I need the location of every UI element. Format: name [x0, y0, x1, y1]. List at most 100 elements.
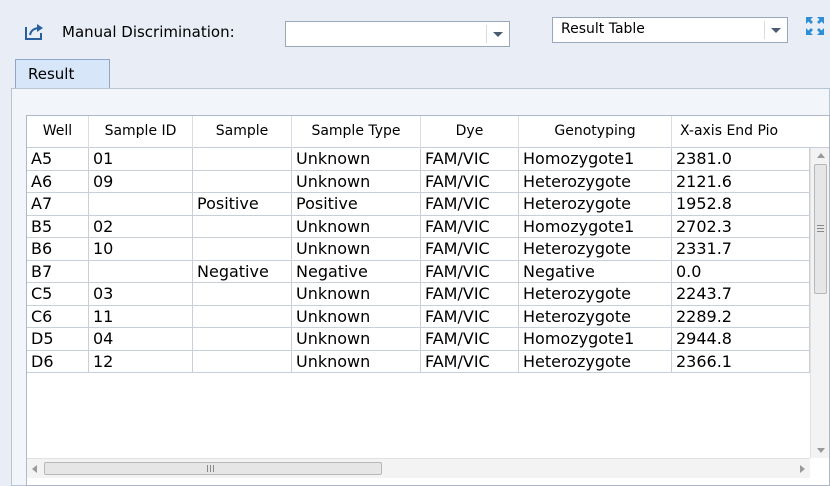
cell-dye: FAM/VIC — [421, 305, 519, 328]
cell-dye: FAM/VIC — [421, 215, 519, 238]
view-select[interactable]: Result Table — [552, 17, 788, 43]
cell-genotyping: Homozygote1 — [519, 215, 672, 238]
cell-well: A6 — [27, 170, 89, 193]
cell-genotyping: Homozygote1 — [519, 148, 672, 171]
cell-sample-type: Unknown — [292, 215, 421, 238]
cell-dye: FAM/VIC — [421, 170, 519, 193]
cell-sample-id: 11 — [89, 305, 193, 328]
cell-well: C5 — [27, 283, 89, 306]
cell-sample-id: 12 — [89, 350, 193, 373]
cell-sample-id — [89, 193, 193, 216]
cell-sample-id: 02 — [89, 215, 193, 238]
expand-icon[interactable] — [805, 16, 825, 36]
cell-genotyping: Heterozygote — [519, 238, 672, 261]
cell-well: B6 — [27, 238, 89, 261]
cell-x-axis-end-point: 2381.0 — [672, 148, 810, 171]
cell-x-axis-end-point: 1952.8 — [672, 193, 810, 216]
cell-dye: FAM/VIC — [421, 283, 519, 306]
cell-genotyping: Heterozygote — [519, 305, 672, 328]
column-header-dye[interactable]: Dye — [421, 116, 519, 148]
cell-dye: FAM/VIC — [421, 350, 519, 373]
cell-well: B5 — [27, 215, 89, 238]
column-header-genotyping[interactable]: Genotyping — [519, 116, 672, 148]
table-header: Well Sample ID Sample Sample Type Dye Genotyp… — [27, 116, 829, 148]
column-header-well[interactable]: Well — [27, 116, 89, 148]
cell-well: D6 — [27, 350, 89, 373]
cell-sample-id — [89, 260, 193, 283]
scroll-up-icon[interactable] — [817, 153, 825, 158]
cell-sample — [193, 215, 292, 238]
cell-dye: FAM/VIC — [421, 148, 519, 171]
cell-genotyping: Heterozygote — [519, 193, 672, 216]
chevron-down-icon — [493, 32, 503, 37]
cell-sample: Negative — [193, 260, 292, 283]
cell-genotyping: Heterozygote — [519, 283, 672, 306]
cell-genotyping: Homozygote1 — [519, 328, 672, 351]
cell-sample-type: Unknown — [292, 238, 421, 261]
cell-x-axis-end-point: 2243.7 — [672, 283, 810, 306]
table-row[interactable]: C6 11 Unknown FAM/VIC Heterozygote 2289.2 — [27, 305, 810, 328]
table-row[interactable]: B5 02 Unknown FAM/VIC Homozygote1 2702.3 — [27, 215, 810, 238]
table-row[interactable]: D6 12 Unknown FAM/VIC Heterozygote 2366.1 — [27, 350, 810, 373]
horizontal-scrollbar[interactable] — [27, 458, 810, 478]
cell-x-axis-end-point: 2366.1 — [672, 350, 810, 373]
column-header-sample-type[interactable]: Sample Type — [292, 116, 421, 148]
cell-sample-type: Unknown — [292, 328, 421, 351]
cell-genotyping: Heterozygote — [519, 170, 672, 193]
cell-dye: FAM/VIC — [421, 193, 519, 216]
dropdown-button[interactable] — [486, 25, 506, 43]
table-row[interactable]: B7 Negative Negative FAM/VIC Negative 0.0 — [27, 260, 810, 283]
cell-sample-type: Negative — [292, 260, 421, 283]
cell-x-axis-end-point: 0.0 — [672, 260, 810, 283]
cell-well: D5 — [27, 328, 89, 351]
cell-x-axis-end-point: 2702.3 — [672, 215, 810, 238]
cell-sample — [193, 283, 292, 306]
manual-discrimination-select[interactable] — [285, 21, 510, 47]
vertical-scrollbar[interactable] — [810, 148, 829, 458]
result-table: Well Sample ID Sample Sample Type Dye Genotyp… — [26, 115, 830, 486]
table-row[interactable]: C5 03 Unknown FAM/VIC Heterozygote 2243.7 — [27, 283, 810, 306]
table-row[interactable]: D5 04 Unknown FAM/VIC Homozygote1 2944.8 — [27, 328, 810, 351]
scroll-right-icon[interactable] — [800, 465, 805, 473]
cell-well: A7 — [27, 193, 89, 216]
cell-x-axis-end-point: 2121.6 — [672, 170, 810, 193]
cell-sample — [193, 305, 292, 328]
cell-sample-type: Unknown — [292, 305, 421, 328]
table-row[interactable]: A7 Positive Positive FAM/VIC Heterozygote 195… — [27, 193, 810, 216]
table-row[interactable]: B6 10 Unknown FAM/VIC Heterozygote 2331.7 — [27, 238, 810, 261]
cell-sample — [193, 328, 292, 351]
scroll-down-icon[interactable] — [817, 448, 825, 453]
table-row[interactable]: A6 09 Unknown FAM/VIC Heterozygote 2121.6 — [27, 170, 810, 193]
cell-sample-type: Unknown — [292, 283, 421, 306]
tab-result[interactable]: Result — [15, 59, 110, 89]
cell-sample-type: Positive — [292, 193, 421, 216]
cell-well: B7 — [27, 260, 89, 283]
cell-sample-id: 04 — [89, 328, 193, 351]
dropdown-button[interactable] — [764, 21, 784, 39]
cell-sample — [193, 148, 292, 171]
chevron-down-icon — [771, 28, 781, 33]
table-row[interactable]: A5 01 Unknown FAM/VIC Homozygote1 2381.0 — [27, 148, 810, 171]
cell-dye: FAM/VIC — [421, 328, 519, 351]
column-header-sample-id[interactable]: Sample ID — [89, 116, 193, 148]
cell-sample-type: Unknown — [292, 350, 421, 373]
cell-sample-id: 01 — [89, 148, 193, 171]
cell-x-axis-end-point: 2331.7 — [672, 238, 810, 261]
cell-well: A5 — [27, 148, 89, 171]
manual-discrimination-label: Manual Discrimination: — [62, 23, 235, 41]
column-header-x-axis-end-point[interactable]: X-axis End Pio — [672, 116, 829, 148]
vertical-scroll-thumb[interactable] — [814, 164, 827, 294]
cell-sample-id: 09 — [89, 170, 193, 193]
horizontal-scroll-thumb[interactable] — [44, 462, 382, 475]
cell-sample — [193, 170, 292, 193]
cell-dye: FAM/VIC — [421, 238, 519, 261]
cell-x-axis-end-point: 2944.8 — [672, 328, 810, 351]
grip-icon — [817, 225, 824, 232]
cell-sample-type: Unknown — [292, 170, 421, 193]
grip-icon — [207, 465, 214, 472]
cell-sample: Positive — [193, 193, 292, 216]
scroll-left-icon[interactable] — [32, 465, 37, 473]
export-icon[interactable] — [24, 23, 46, 41]
column-header-sample[interactable]: Sample — [193, 116, 292, 148]
cell-well: C6 — [27, 305, 89, 328]
